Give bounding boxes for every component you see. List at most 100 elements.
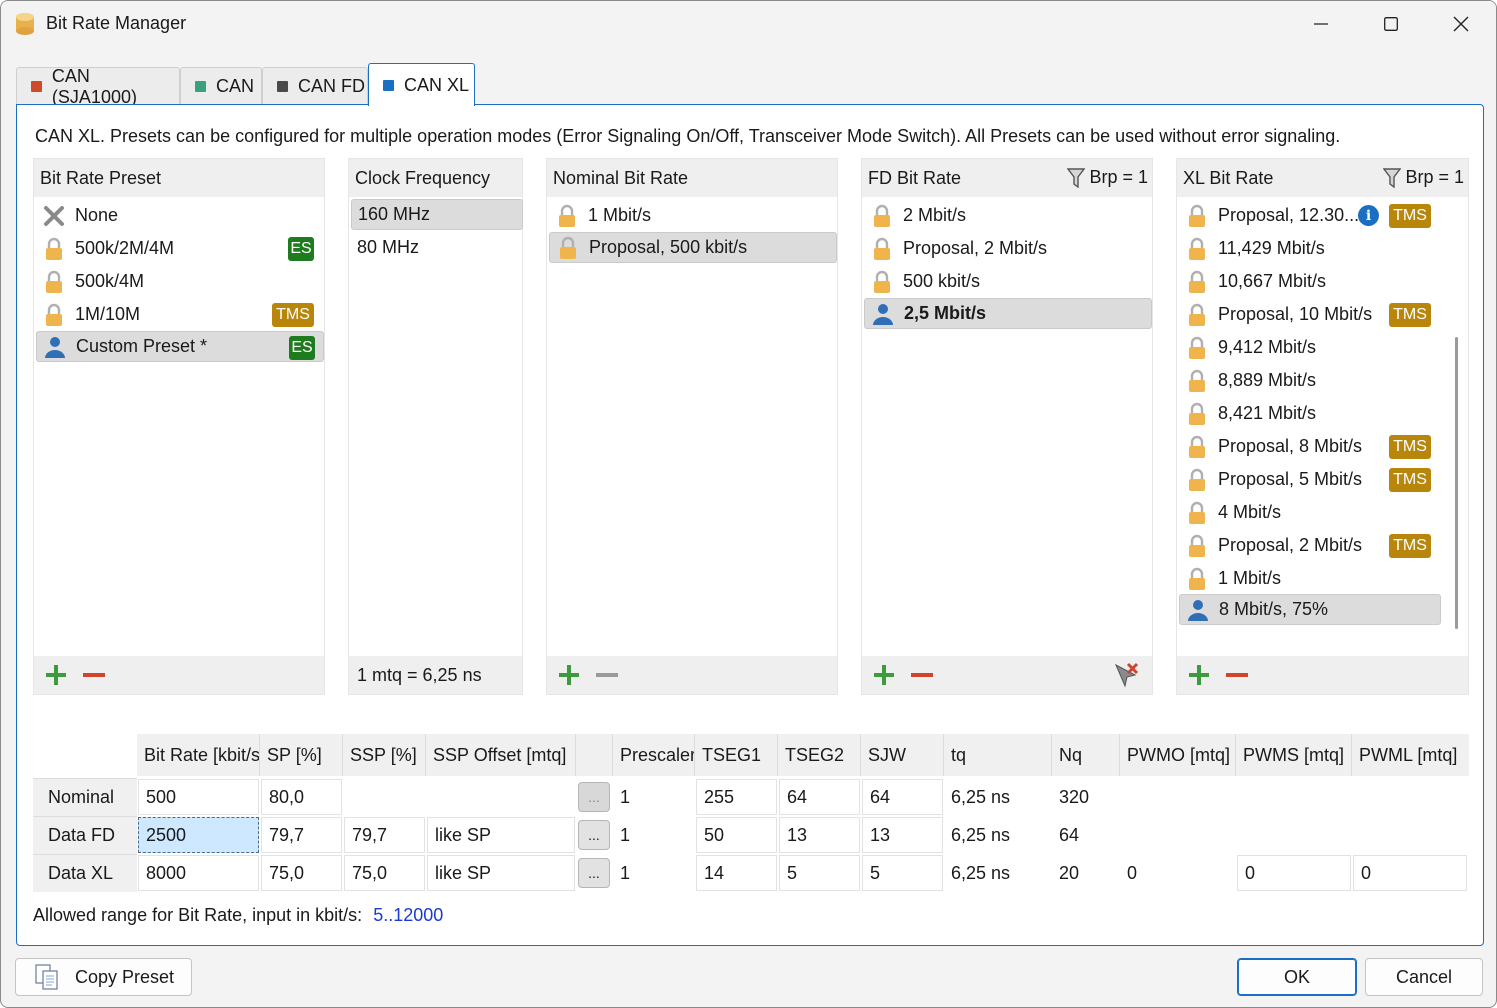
minus-icon	[1226, 673, 1248, 677]
list-item[interactable]: 9,412 Mbit/s	[1179, 332, 1439, 363]
ssp-config-button[interactable]: ...	[578, 820, 610, 850]
user-icon	[1188, 599, 1208, 621]
info-icon[interactable]: i	[1358, 205, 1379, 226]
sp-input[interactable]: 79,7	[261, 817, 342, 853]
brp-filter-label: Brp = 1	[1405, 167, 1464, 187]
list-item[interactable]: Proposal, 10 Mbit/s TMS	[1179, 299, 1439, 330]
list-item-label: 80 MHz	[357, 237, 420, 257]
list-item-selected[interactable]: 8 Mbit/s, 75%	[1179, 594, 1441, 625]
sp-input[interactable]: 80,0	[261, 779, 342, 815]
sjw-input[interactable]: 13	[862, 817, 943, 853]
ssp-offset-cell	[426, 779, 576, 815]
maximize-icon	[1384, 17, 1398, 31]
tab-can[interactable]: CAN	[180, 67, 262, 105]
tseg2-input[interactable]: 13	[779, 817, 860, 853]
lock-icon	[1189, 468, 1205, 491]
maximize-button[interactable]	[1356, 1, 1426, 47]
sjw-input[interactable]: 5	[862, 855, 943, 891]
minus-icon	[911, 673, 933, 677]
brp-filter[interactable]: Brp = 1	[1383, 167, 1464, 188]
list-item[interactable]: Proposal, 2 Mbit/s	[864, 233, 1150, 264]
tseg1-input[interactable]: 14	[696, 855, 777, 891]
tab-color-swatch	[277, 81, 288, 92]
list-item-selected[interactable]: Proposal, 500 kbit/s	[549, 232, 837, 263]
add-xl-button[interactable]	[1185, 661, 1213, 689]
list-item[interactable]: 1 Mbit/s	[549, 200, 835, 231]
lock-icon	[1189, 501, 1205, 524]
tab-can-fd[interactable]: CAN FD	[262, 67, 368, 105]
minimize-button[interactable]	[1286, 1, 1356, 47]
ssp-cell	[343, 779, 426, 815]
tseg1-input[interactable]: 255	[696, 779, 777, 815]
list-item[interactable]: 500k/2M/4M ES	[36, 233, 322, 264]
tseg2-input[interactable]: 64	[779, 779, 860, 815]
lock-icon	[46, 270, 62, 293]
bitrate-input[interactable]: 8000	[138, 855, 259, 891]
nq-cell: 320	[1059, 786, 1090, 807]
prescaler-cell: 1	[620, 786, 631, 807]
list-item-label: Custom Preset *	[76, 336, 208, 356]
list-item[interactable]: Proposal, 5 Mbit/s TMS	[1179, 464, 1439, 495]
close-button[interactable]	[1426, 1, 1496, 47]
bitrate-input[interactable]: 2500	[138, 817, 259, 853]
list-item[interactable]: 500 kbit/s	[864, 266, 1150, 297]
tms-badge: TMS	[1389, 204, 1431, 228]
list-item-selected[interactable]: 2,5 Mbit/s	[864, 298, 1152, 329]
bitrate-input[interactable]: 500	[138, 779, 259, 815]
list-item[interactable]: 8,421 Mbit/s	[1179, 398, 1439, 429]
sp-input[interactable]: 75,0	[261, 855, 342, 891]
tab-can-xl[interactable]: CAN XL	[368, 63, 475, 106]
cursor-remove-icon	[1114, 662, 1139, 688]
add-fd-button[interactable]	[870, 661, 898, 689]
clear-filter-button[interactable]	[1112, 661, 1140, 689]
ssp-offset-input[interactable]: like SP	[427, 855, 575, 891]
ssp-offset-input[interactable]: like SP	[427, 817, 575, 853]
allowed-range-value: 5..12000	[373, 905, 444, 925]
brp-filter[interactable]: Brp = 1	[1067, 167, 1148, 188]
lock-icon	[874, 237, 890, 260]
tab-can-sja1000[interactable]: CAN (SJA1000)	[16, 66, 180, 107]
tseg1-input[interactable]: 50	[696, 817, 777, 853]
tms-badge: TMS	[1389, 435, 1431, 459]
pwms-input[interactable]: 0	[1237, 855, 1351, 891]
list-item[interactable]: 11,429 Mbit/s	[1179, 233, 1439, 264]
list-item[interactable]: 2 Mbit/s	[864, 200, 1150, 231]
list-item-label: 8,421 Mbit/s	[1218, 403, 1317, 423]
pwml-input[interactable]: 0	[1353, 855, 1467, 891]
list-item-selected[interactable]: 160 MHz	[351, 199, 523, 230]
list-item[interactable]: Proposal, 8 Mbit/s TMS	[1179, 431, 1439, 462]
minimize-icon	[1314, 23, 1328, 25]
add-nominal-button[interactable]	[555, 661, 583, 689]
copy-preset-button[interactable]: Copy Preset	[15, 958, 192, 996]
app-icon	[16, 13, 34, 35]
remove-fd-button[interactable]	[908, 661, 936, 689]
list-item-selected[interactable]: Custom Preset * ES	[36, 331, 324, 362]
list-item[interactable]: Proposal, 2 Mbit/s TMS	[1179, 530, 1439, 561]
list-item[interactable]: None	[36, 200, 322, 231]
list-item-label: None	[75, 205, 119, 225]
plus-icon	[1189, 665, 1209, 685]
list-item[interactable]: 1 Mbit/s	[1179, 563, 1439, 594]
remove-preset-button[interactable]	[80, 661, 108, 689]
list-item[interactable]: 10,667 Mbit/s	[1179, 266, 1439, 297]
tseg2-input[interactable]: 5	[779, 855, 860, 891]
list-item[interactable]: 4 Mbit/s	[1179, 497, 1439, 528]
add-preset-button[interactable]	[42, 661, 70, 689]
list-item[interactable]: Proposal, 12.30... i TMS	[1179, 200, 1439, 231]
cancel-button[interactable]: Cancel	[1365, 958, 1483, 996]
list-item-label: 500 kbit/s	[903, 271, 981, 291]
ok-button[interactable]: OK	[1237, 958, 1357, 996]
list-item[interactable]: 500k/4M	[36, 266, 322, 297]
ssp-config-button[interactable]: ...	[578, 858, 610, 888]
list-item-label: 9,412 Mbit/s	[1218, 337, 1317, 357]
nq-cell: 20	[1059, 862, 1080, 883]
list-item[interactable]: 1M/10M TMS	[36, 299, 322, 330]
tab-color-swatch	[195, 81, 206, 92]
remove-xl-button[interactable]	[1223, 661, 1251, 689]
list-item[interactable]: 8,889 Mbit/s	[1179, 365, 1439, 396]
list-item[interactable]: 80 MHz	[351, 232, 523, 263]
ssp-input[interactable]: 79,7	[344, 817, 425, 853]
scrollbar[interactable]	[1455, 337, 1458, 629]
ssp-input[interactable]: 75,0	[344, 855, 425, 891]
sjw-input[interactable]: 64	[862, 779, 943, 815]
